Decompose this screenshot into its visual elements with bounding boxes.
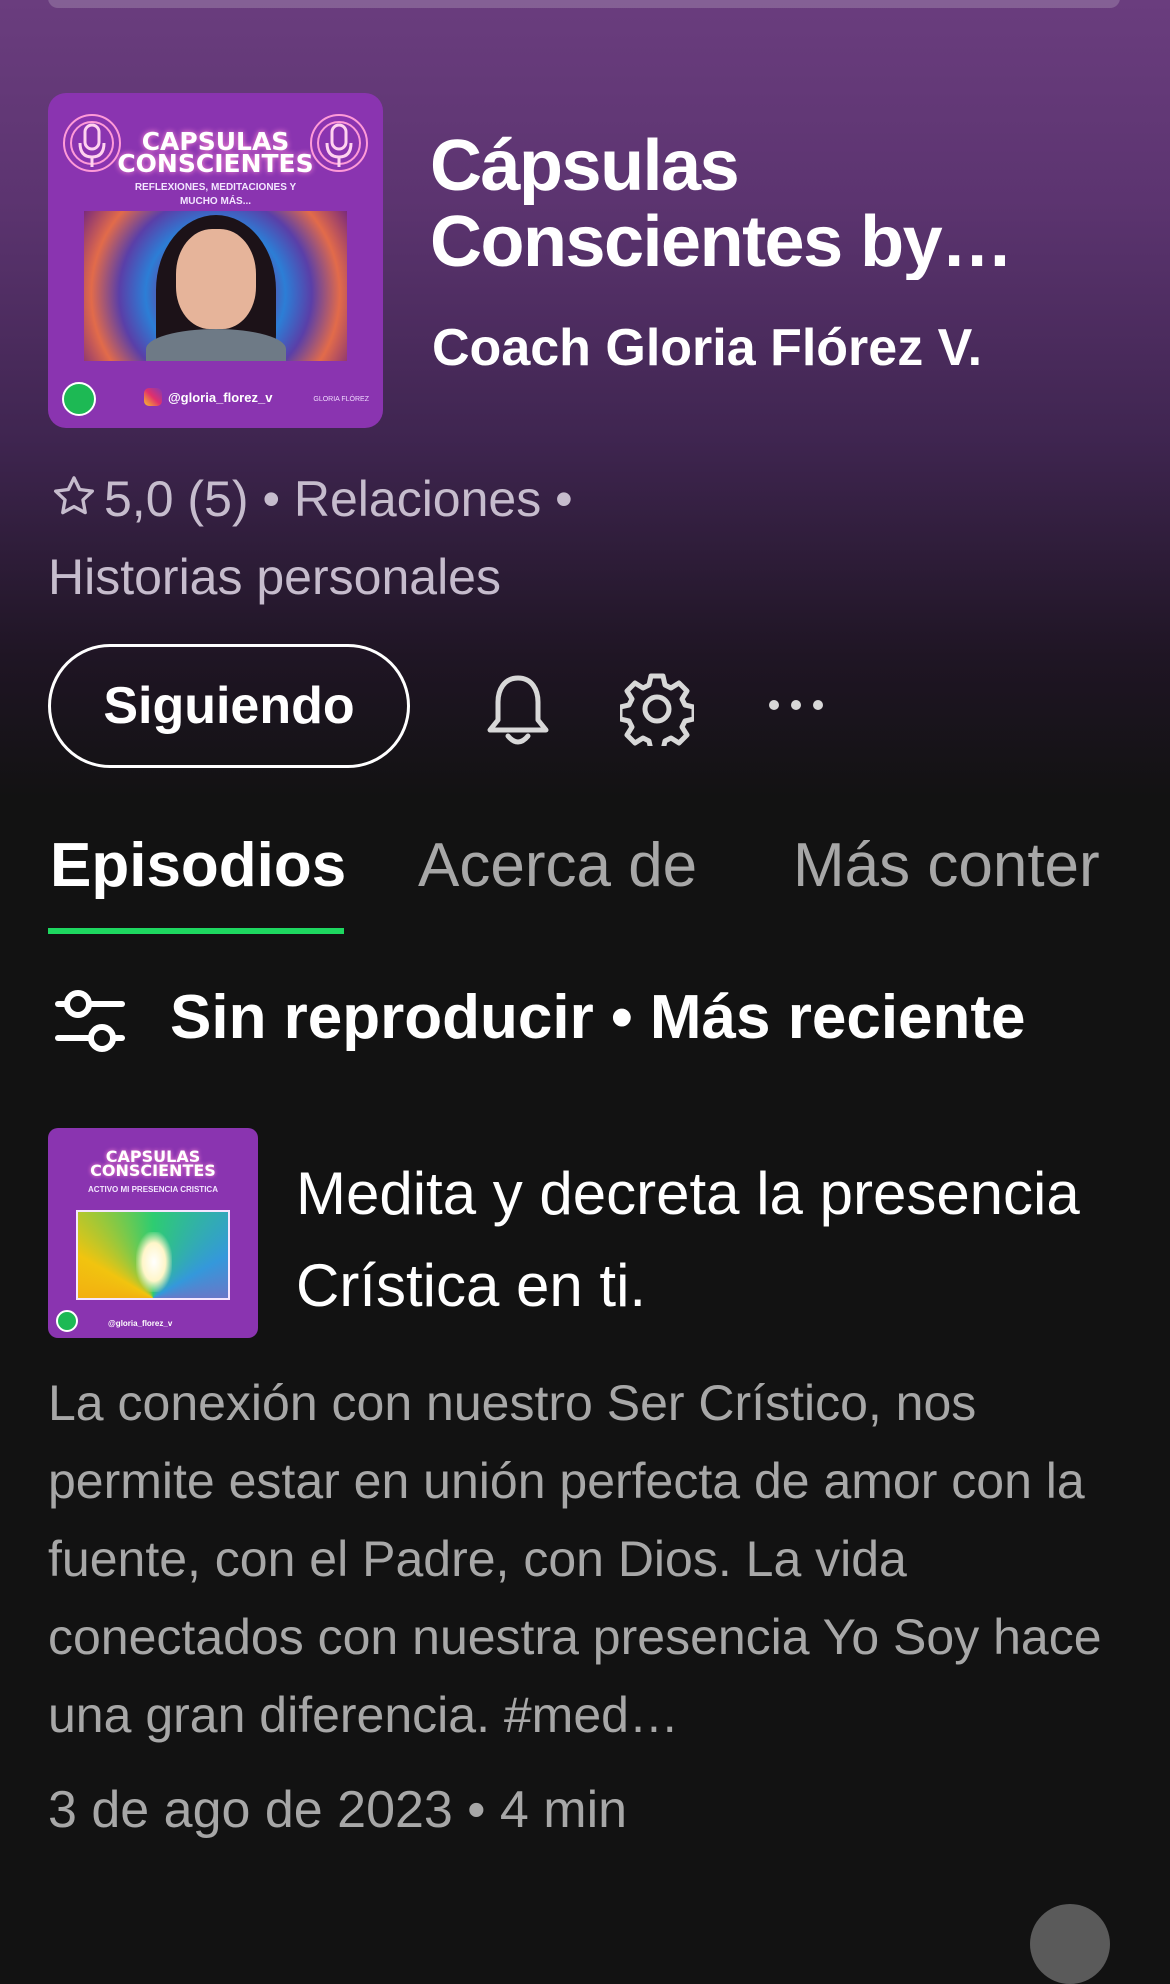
tab-more-content[interactable]: Más conter: [793, 830, 1123, 902]
tab-about[interactable]: Acerca de: [418, 830, 697, 902]
episode-cover-title: CAPSULAS CONSCIENTES: [90, 1147, 216, 1180]
spotify-icon: [56, 1310, 78, 1332]
more-options-icon[interactable]: [766, 690, 826, 720]
gear-icon[interactable]: [620, 672, 694, 746]
host-photo: [84, 211, 347, 361]
category-historias[interactable]: Historias personales: [48, 549, 501, 605]
filter-icon[interactable]: [54, 988, 126, 1054]
episode-play-button[interactable]: [1030, 1904, 1110, 1984]
spotify-icon: [62, 382, 96, 416]
podcast-cover: CAPSULAS CONSCIENTES REFLEXIONES, MEDITA…: [48, 93, 383, 428]
podcast-title: Cápsulas Conscientes by Gloria Flórez V.: [430, 128, 943, 280]
active-tab-indicator: [48, 928, 344, 934]
follow-button[interactable]: Siguiendo: [48, 644, 410, 768]
search-bar[interactable]: [48, 0, 1120, 8]
tab-episodes[interactable]: Episodios: [50, 830, 346, 902]
episode-title[interactable]: Medita y decreta la presencia Crística e…: [296, 1148, 1116, 1332]
category-relaciones[interactable]: Relaciones •: [294, 471, 573, 527]
rating-value: 5,0: [104, 471, 174, 527]
episode-meta: 3 de ago de 2023 • 4 min: [48, 1781, 628, 1839]
filter-label[interactable]: Sin reproducir • Más reciente: [170, 982, 1026, 1053]
episode-cover-subtitle: ACTIVO MI PRESENCIA CRISTICA: [88, 1185, 218, 1194]
instagram-icon: [144, 388, 162, 406]
cover-title: CAPSULAS CONSCIENTES: [117, 127, 314, 178]
star-icon: [54, 476, 95, 515]
cover-handle: @gloria_florez_v: [168, 390, 273, 405]
episode-cover-handle: @gloria_florez_v: [108, 1319, 173, 1328]
cover-subtitle: REFLEXIONES, MEDITACIONES Y MUCHO MÁS...: [134, 182, 297, 207]
episode-description: La conexión con nuestro Ser Crístico, no…: [48, 1375, 1102, 1743]
podcast-author[interactable]: Coach Gloria Flórez V.: [432, 318, 982, 378]
episode-cover[interactable]: CAPSULAS CONSCIENTES ACTIVO MI PRESENCIA…: [48, 1128, 258, 1338]
bell-icon[interactable]: [482, 670, 554, 750]
podcast-meta: 5,0 (5) • Relaciones • Historias persona…: [48, 471, 573, 605]
episode-cover-art: [76, 1210, 230, 1300]
rating-count: (5): [187, 471, 249, 527]
cover-brand: GLORIA FLÓREZ: [313, 396, 369, 403]
